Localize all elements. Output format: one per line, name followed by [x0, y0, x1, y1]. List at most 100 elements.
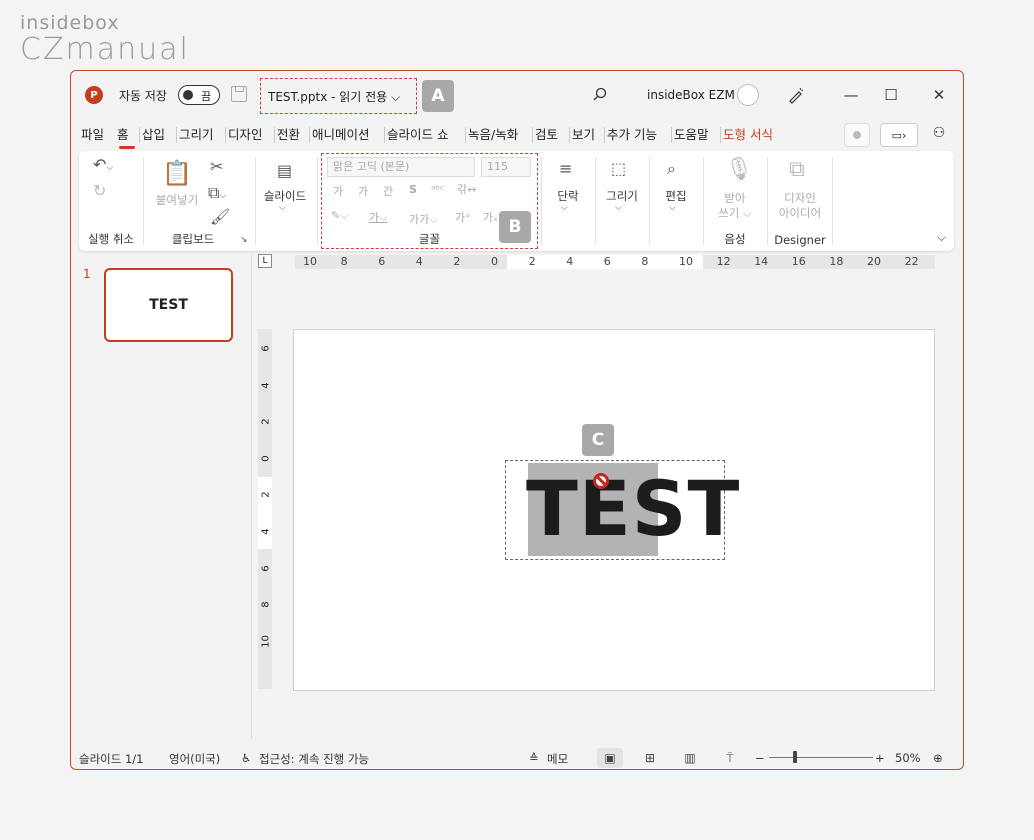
tab-review[interactable]: 검토	[535, 123, 567, 147]
zoom-out-icon[interactable]: −	[755, 751, 765, 765]
ruler-tick-label: 0	[491, 255, 498, 268]
maximize-icon[interactable]: ☐	[879, 83, 903, 107]
paragraph-button[interactable]: 단락	[543, 189, 593, 204]
ruler-tick-label: 20	[867, 255, 881, 268]
notes-icon[interactable]: ≙	[529, 751, 539, 765]
find-icon[interactable]: ⌕	[667, 159, 676, 179]
editing-button[interactable]: 편집	[651, 189, 701, 204]
ribbon: ↶⌵ ↻ 실행 취소 📋 붙여넣기 ✂ ⧉⌵ 🖌 클립보드 ↘ ▤ 슬라이드 ⌵…	[79, 151, 954, 251]
voice-group-label: 음성	[724, 232, 746, 246]
designer-group-label: Designer	[774, 233, 826, 247]
redo-icon[interactable]: ↻	[93, 181, 106, 200]
tab-draw[interactable]: 그리기	[179, 123, 223, 147]
slide-title-text[interactable]: TEST	[526, 469, 740, 549]
dictate-label-1[interactable]: 받아	[705, 191, 765, 206]
slide-thumbnail[interactable]: TEST	[104, 268, 233, 342]
slides-group: ▤ 슬라이드 ⌵	[257, 151, 317, 251]
tab-addins[interactable]: 추가 기능	[607, 123, 669, 147]
horizontal-ruler[interactable]: 10 8 6 4 2 0 2 4 6 8 10 12 14 16 18 20 22	[295, 254, 935, 270]
paragraph-group: ≡ 단락 ⌵	[543, 151, 593, 251]
ruler-tick-label: 18	[829, 255, 844, 268]
drawing-button[interactable]: 그리기	[597, 189, 647, 204]
tab-design[interactable]: 디자인	[228, 123, 272, 147]
filename-label: TEST.pptx - 읽기 전용 ⌵	[268, 89, 401, 104]
slideshow-view-icon[interactable]: ⍑	[717, 748, 743, 768]
slide-button[interactable]: 슬라이드	[257, 189, 313, 204]
dialog-launcher-icon[interactable]: ↘	[240, 235, 248, 245]
save-icon[interactable]	[231, 86, 247, 102]
cut-icon[interactable]: ✂	[210, 157, 223, 176]
fit-to-window-icon[interactable]: ⊕	[933, 751, 943, 765]
slide-canvas[interactable]: TEST C	[293, 329, 935, 691]
tab-slideshow[interactable]: 슬라이드 쇼	[387, 123, 463, 147]
format-painter-icon[interactable]: 🖌	[210, 207, 230, 226]
group-divider	[832, 157, 833, 245]
microphone-icon[interactable]: 🎙	[725, 157, 753, 182]
reading-view-icon[interactable]: ▥	[677, 748, 703, 768]
designer-group: ⧉ 디자인 아이디어 Designer	[769, 151, 831, 251]
paste-button[interactable]: 붙여넣기	[148, 193, 206, 208]
zoom-level[interactable]: 50%	[895, 751, 921, 765]
chevron-down-icon[interactable]: ⌵	[669, 203, 676, 213]
minimize-icon[interactable]: —	[839, 83, 863, 107]
design-ideas-icon[interactable]: ⧉	[789, 157, 805, 182]
autosave-toggle[interactable]: 끔	[178, 85, 220, 105]
autosave-label: 자동 저장	[119, 89, 167, 103]
slide-sorter-icon[interactable]: ⊞	[637, 748, 663, 768]
tab-selector[interactable]: L	[258, 254, 272, 268]
avatar[interactable]	[737, 84, 759, 106]
ruler-tick-label: 8	[260, 601, 272, 608]
slide-number: 1	[83, 267, 91, 281]
ruler-tick-label: 10	[679, 255, 693, 268]
tab-view[interactable]: 보기	[572, 123, 602, 147]
paste-icon[interactable]: 📋	[162, 159, 192, 187]
ruler-tick-label: 2	[260, 418, 272, 425]
panel-divider[interactable]	[251, 255, 252, 739]
coauthor-icon[interactable]: ⚇	[929, 125, 949, 145]
chevron-down-icon[interactable]: ⌵	[615, 203, 622, 213]
paragraph-icon[interactable]: ≡	[559, 159, 572, 178]
ribbon-collapse-icon[interactable]: ⌵	[937, 230, 946, 245]
close-icon[interactable]: ✕	[927, 83, 951, 107]
tab-help[interactable]: 도움말	[674, 123, 718, 147]
new-slide-icon[interactable]: ▤	[277, 161, 292, 180]
vertical-ruler[interactable]: 6 4 2 0 2 4 6 8 10	[258, 329, 272, 689]
ruler-tick-label: 6	[603, 255, 611, 268]
designer-pen-icon[interactable]	[787, 86, 805, 104]
tab-file[interactable]: 파일	[81, 123, 117, 147]
shapes-icon[interactable]: ⬚	[611, 159, 626, 178]
designer-label-2[interactable]: 아이디어	[769, 206, 831, 221]
title-bar: P 자동 저장 끔 TEST.pptx - 읽기 전용 ⌵ A insideBo…	[71, 71, 963, 119]
tab-divider	[176, 127, 177, 143]
undo-icon[interactable]: ↶⌵	[93, 155, 113, 174]
notes-button[interactable]: 메모	[547, 751, 568, 767]
copy-icon[interactable]: ⧉⌵	[208, 183, 226, 203]
comments-button[interactable]: ▭›	[880, 123, 918, 147]
accessibility-status[interactable]: 접근성: 계속 진행 가능	[259, 751, 369, 767]
zoom-slider-knob[interactable]	[793, 751, 797, 763]
slide-count[interactable]: 슬라이드 1/1	[79, 751, 143, 767]
tab-home[interactable]: 홈	[117, 123, 137, 149]
search-icon[interactable]	[593, 87, 607, 101]
chevron-down-icon[interactable]: ⌵	[561, 203, 568, 213]
tab-insert[interactable]: 삽입	[142, 123, 174, 147]
tab-record[interactable]: 녹음/녹화	[468, 123, 530, 147]
ruler-tick-label: 4	[260, 528, 272, 535]
tab-shape-format[interactable]: 도형 서식	[723, 123, 787, 147]
filename-dropdown[interactable]: TEST.pptx - 읽기 전용 ⌵	[260, 78, 417, 114]
zoom-in-icon[interactable]: +	[875, 751, 885, 765]
user-name[interactable]: insideBox EZM	[647, 88, 735, 102]
zoom-slider[interactable]	[769, 757, 873, 758]
record-button[interactable]	[844, 123, 870, 147]
designer-label-1[interactable]: 디자인	[769, 191, 831, 206]
chevron-down-icon[interactable]: ⌵	[279, 203, 286, 213]
language-indicator[interactable]: 영어(미국)	[169, 751, 220, 767]
tab-transitions[interactable]: 전환	[277, 123, 307, 147]
text-box[interactable]: TEST	[505, 460, 739, 560]
logo-main-text: CZmanual	[20, 32, 190, 67]
accessibility-icon[interactable]: ♿	[241, 751, 251, 765]
status-bar: 슬라이드 1/1 영어(미국) ♿ 접근성: 계속 진행 가능 ≙ 메모 ▣ ⊞…	[71, 745, 963, 769]
tab-animations[interactable]: 애니메이션	[312, 123, 382, 147]
normal-view-icon[interactable]: ▣	[597, 748, 623, 768]
dictate-label-2[interactable]: 쓰기 ⌵	[705, 206, 765, 221]
